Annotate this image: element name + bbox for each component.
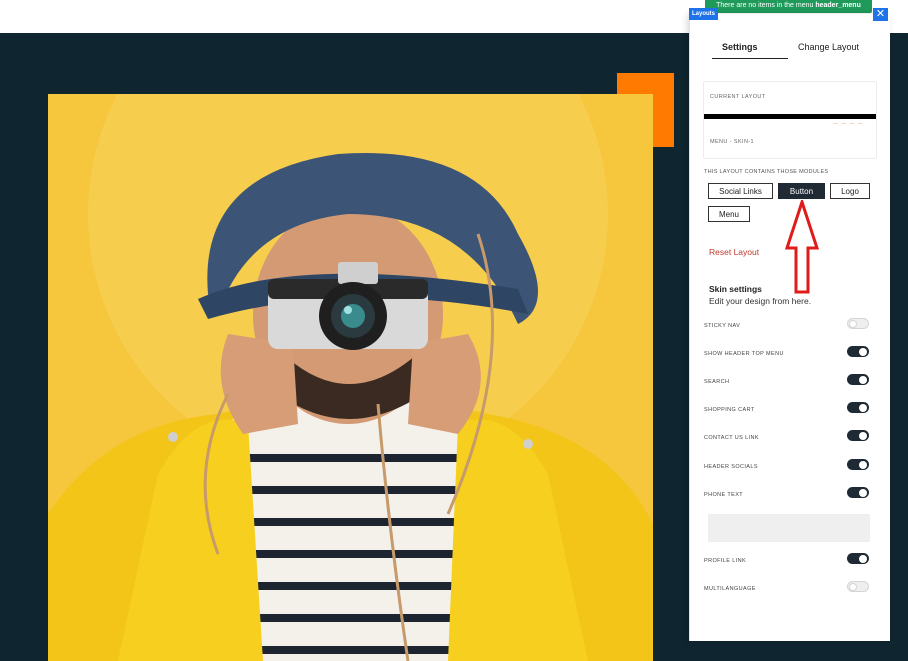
phone-text-input[interactable]: [708, 514, 870, 542]
toggle-header-socials[interactable]: [847, 459, 869, 470]
layouts-panel-tag: Layouts: [689, 8, 719, 20]
skin-settings-title: Skin settings: [709, 284, 762, 294]
toggle-knob: [859, 554, 867, 563]
toggle-multilanguage[interactable]: [847, 581, 869, 592]
setting-label-search: SEARCH: [704, 379, 730, 385]
toggle-show-header-top-menu[interactable]: [847, 346, 869, 357]
setting-label-sticky-nav: STICKY NAV: [704, 323, 741, 329]
setting-label-multilanguage: MULTILANGUAGE: [704, 586, 756, 592]
setting-label-contact-us-link: CONTACT US LINK: [704, 435, 759, 441]
toggle-knob: [859, 347, 867, 356]
notice-menu-name: header_menu: [815, 2, 861, 9]
module-menu-button[interactable]: Menu: [708, 206, 750, 222]
setting-label-header-socials: HEADER SOCIALS: [704, 464, 758, 470]
reset-layout-link[interactable]: Reset Layout: [709, 247, 759, 257]
toggle-knob: [859, 403, 867, 412]
layout-preview-bar: [704, 114, 876, 119]
current-layout-card[interactable]: CURRENT LAYOUT — — — — MENU - SKIN-1: [703, 81, 877, 159]
toggle-contact-us-link[interactable]: [847, 430, 869, 441]
setting-label-show-header-top-menu: SHOW HEADER TOP MENU: [704, 351, 784, 357]
toggle-sticky-nav[interactable]: [847, 318, 869, 329]
toggle-knob: [849, 319, 857, 328]
current-layout-name: MENU - SKIN-1: [710, 139, 755, 145]
notice-text: There are no items in the menu: [716, 2, 816, 9]
toggle-knob: [859, 460, 867, 469]
toggle-profile-link[interactable]: [847, 553, 869, 564]
skin-settings-subtitle: Edit your design from here.: [709, 296, 812, 306]
hero-photo-photographer: [48, 94, 653, 661]
panel-tabs: Settings Change Layout: [702, 40, 882, 60]
tab-settings[interactable]: Settings: [722, 40, 758, 54]
toggle-phone-text[interactable]: [847, 487, 869, 498]
setting-label-phone-text: PHONE TEXT: [704, 492, 744, 498]
layout-preview-dots: — — — —: [832, 121, 864, 127]
tab-change-layout[interactable]: Change Layout: [798, 40, 859, 54]
toggle-knob: [859, 431, 867, 440]
active-tab-underline: [712, 58, 788, 59]
menu-empty-notice: There are no items in the menu header_me…: [705, 0, 872, 13]
toggle-shopping-cart[interactable]: [847, 402, 869, 413]
close-icon[interactable]: ✕: [873, 8, 888, 21]
module-social-links-button[interactable]: Social Links: [708, 183, 773, 199]
modules-caption: THIS LAYOUT CONTAINS THOSE MODULES: [704, 169, 829, 175]
module-logo-button[interactable]: Logo: [830, 183, 870, 199]
toggle-knob: [859, 375, 867, 384]
module-button-button[interactable]: Button: [778, 183, 825, 199]
layouts-settings-panel: Settings Change Layout CURRENT LAYOUT — …: [689, 14, 890, 641]
setting-label-shopping-cart: SHOPPING CART: [704, 407, 755, 413]
current-layout-label: CURRENT LAYOUT: [710, 94, 766, 100]
toggle-search[interactable]: [847, 374, 869, 385]
annotation-arrow-icon: [784, 200, 820, 294]
toggle-knob: [849, 582, 857, 591]
toggle-knob: [859, 488, 867, 497]
setting-label-profile-link: PROFILE LINK: [704, 558, 747, 564]
